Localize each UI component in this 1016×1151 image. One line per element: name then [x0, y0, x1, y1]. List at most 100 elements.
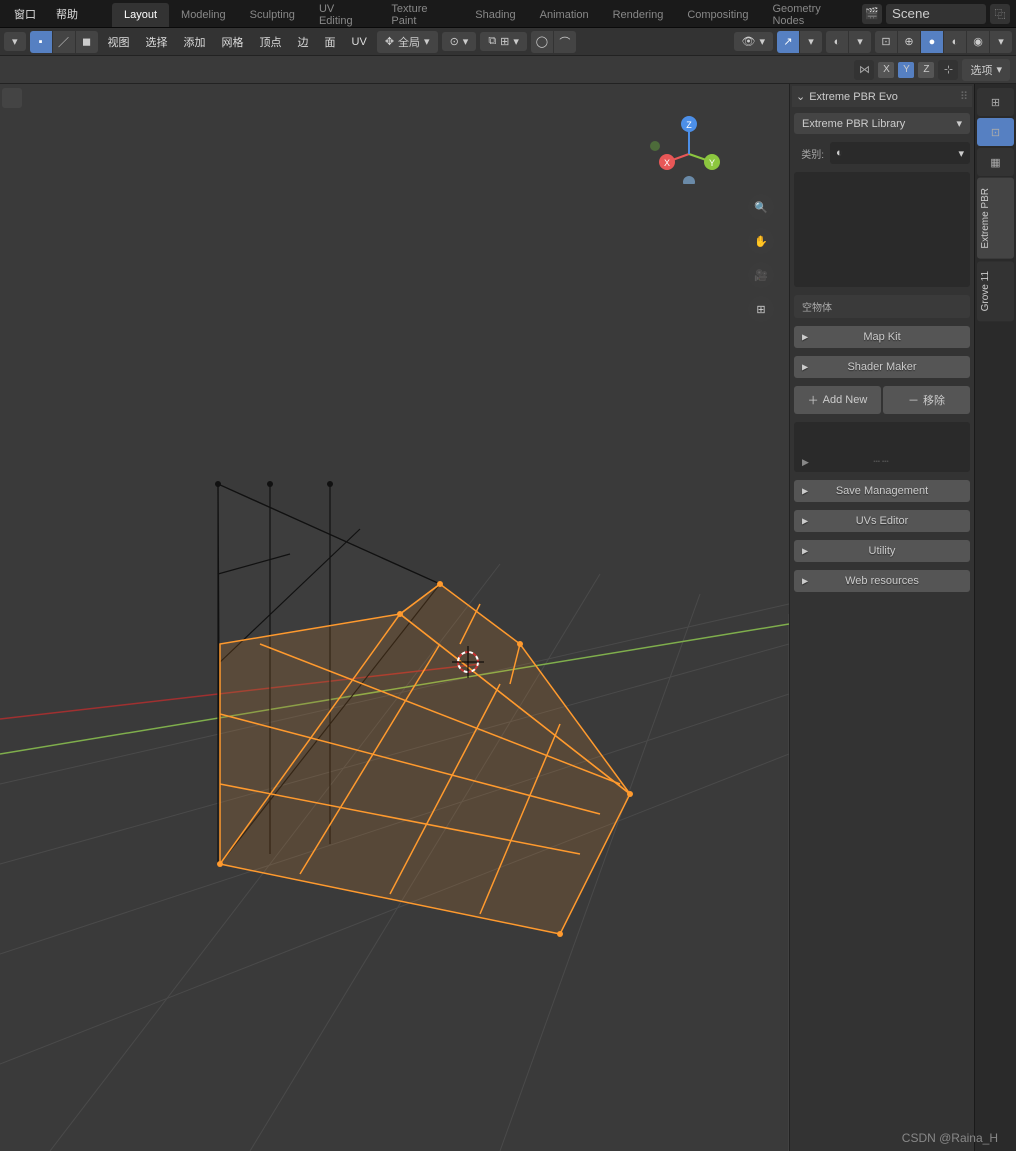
pivot-dropdown[interactable]: ⊙▾ [442, 32, 477, 51]
scene-new-icon[interactable]: ⿻ [990, 4, 1010, 24]
gizmo-toggle-icon[interactable]: ↗ [777, 31, 799, 53]
utility-button[interactable]: ▶Utility [794, 540, 970, 562]
rendered-icon[interactable]: ◉ [967, 31, 989, 53]
tab-rendering[interactable]: Rendering [601, 3, 676, 27]
sidetab-grove[interactable]: Grove 11 [977, 261, 1014, 321]
empty-object-label: 空物体 [794, 295, 970, 318]
tab-animation[interactable]: Animation [528, 3, 601, 27]
shading-dropdown-icon[interactable]: ▾ [990, 31, 1012, 53]
mirror-z[interactable]: Z [918, 62, 934, 78]
material-preview[interactable] [794, 172, 970, 287]
camera-icon[interactable]: 🎥 [748, 262, 774, 288]
menu-uv[interactable]: UV [346, 33, 373, 51]
proportional-falloff-icon[interactable]: ⌒ [554, 31, 576, 53]
viewport-3d[interactable]: X Y Z 🔍 ✋ 🎥 ⊞ [0, 84, 789, 1151]
wireframe-icon[interactable]: ⊕ [898, 31, 920, 53]
library-dropdown[interactable]: Extreme PBR Library▾ [794, 113, 970, 134]
tab-compositing[interactable]: Compositing [675, 3, 760, 27]
menu-add[interactable]: 添加 [178, 31, 212, 53]
savemgmt-button[interactable]: ▶Save Management [794, 480, 970, 502]
eye-icon: 👁 [742, 35, 756, 48]
snap-dropdown[interactable]: ⧉⊞▾ [480, 32, 527, 51]
main-area: X Y Z 🔍 ✋ 🎥 ⊞ ⌄ Extreme PBR Evo ⠿ Extrem… [0, 84, 1016, 1151]
tab-texturepaint[interactable]: Texture Paint [379, 3, 463, 27]
webres-button[interactable]: ▶Web resources [794, 570, 970, 592]
n-panel-tabs: ⊞ ⊡ ▦ Extreme PBR Grove 11 [974, 84, 1016, 1151]
plus-icon: ＋ [808, 392, 819, 408]
sidetab-extremepbr[interactable]: Extreme PBR [977, 178, 1014, 259]
menu-select[interactable]: 选择 [140, 31, 174, 53]
orientation-icon: ✥ [385, 35, 394, 48]
visibility-dropdown[interactable]: 👁▾ [734, 32, 774, 51]
uvseditor-button[interactable]: ▶UVs Editor [794, 510, 970, 532]
mirror-y[interactable]: Y [898, 62, 914, 78]
select-mode-group: ▪ ／ ◼ [30, 31, 98, 53]
add-remove-row: ＋Add New －移除 [794, 386, 970, 414]
overlays-toggle-icon[interactable]: ◐ [826, 31, 848, 53]
add-new-button[interactable]: ＋Add New [794, 386, 881, 414]
gizmo-dropdown-icon[interactable]: ▾ [800, 31, 822, 53]
menu-edge[interactable]: 边 [292, 31, 315, 53]
butterfly-mirror-icon[interactable]: ⋈ [854, 60, 874, 80]
shadermaker-button[interactable]: ▶Shader Maker [794, 356, 970, 378]
expand-icon[interactable]: ▶ [802, 457, 809, 468]
face-select-icon[interactable]: ◼ [76, 31, 98, 53]
scene-area: 🎬 ⿻ [862, 4, 1016, 24]
zoom-icon[interactable]: 🔍 [748, 194, 774, 220]
slot-box[interactable]: ▶ ┄┄ [794, 422, 970, 472]
options-dropdown[interactable]: 选项▾ [962, 59, 1010, 81]
xray-icon[interactable]: ⊡ [875, 31, 897, 53]
top-bar: 窗口 帮助 Layout Modeling Sculpting UV Editi… [0, 0, 1016, 28]
overlays-dropdown-icon[interactable]: ▾ [849, 31, 871, 53]
remove-button[interactable]: －移除 [883, 386, 970, 414]
sidetab-tool-icon[interactable]: ⊡ [977, 118, 1014, 146]
tab-geometrynodes[interactable]: Geometry Nodes [760, 3, 862, 27]
category-dropdown[interactable]: ◐ ▾ [830, 142, 970, 164]
automerge-icon[interactable]: ⊹ [938, 60, 958, 80]
menu-face[interactable]: 面 [319, 31, 342, 53]
menu-view[interactable]: 视图 [102, 31, 136, 53]
top-menu: 窗口 帮助 [0, 2, 92, 26]
drag-dots-icon[interactable]: ┄┄ [873, 455, 890, 468]
pan-icon[interactable]: ✋ [748, 228, 774, 254]
edge-select-icon[interactable]: ／ [53, 31, 75, 53]
gizmos-group: ↗ ▾ [777, 31, 822, 53]
sphere-icon: ◐ [836, 147, 843, 159]
vertex-select-icon[interactable]: ▪ [30, 31, 52, 53]
grip-icon[interactable]: ⠿ [960, 90, 968, 103]
tab-modeling[interactable]: Modeling [169, 3, 238, 27]
perspective-icon[interactable]: ⊞ [748, 296, 774, 322]
tab-sculpting[interactable]: Sculpting [238, 3, 307, 27]
scene-browse-icon[interactable]: 🎬 [862, 4, 882, 24]
mirror-x[interactable]: X [878, 62, 894, 78]
scene-render [0, 84, 789, 1151]
options-label: 选项 [970, 62, 992, 78]
svg-text:Z: Z [686, 120, 692, 130]
minus-icon: － [908, 392, 919, 408]
orientation-label: 全局 [398, 34, 420, 50]
nav-gizmo[interactable]: X Y Z [649, 104, 729, 184]
panel-header[interactable]: ⌄ Extreme PBR Evo ⠿ [792, 86, 972, 107]
orientation-dropdown[interactable]: ✥ 全局 ▾ [377, 31, 438, 53]
tab-uvediting[interactable]: UV Editing [307, 3, 379, 27]
xray-shading-group: ⊡ ⊕ ● ◐ ◉ ▾ [875, 31, 1012, 53]
sidetab-item-icon[interactable]: ⊞ [977, 88, 1014, 116]
category-label: 类别: [794, 146, 824, 161]
overlay-toolbar: ⋈ X Y Z ⊹ 选项▾ [0, 56, 1016, 84]
scene-name-input[interactable] [886, 4, 986, 24]
mode-dropdown[interactable]: ▾ [4, 32, 26, 51]
workspace-tabs: Layout Modeling Sculpting UV Editing Tex… [112, 0, 862, 27]
tab-shading[interactable]: Shading [463, 3, 527, 27]
proportional-edit-icon[interactable]: ◯ [531, 31, 553, 53]
watermark-text: CSDN @Raina_H [902, 1131, 998, 1145]
panel-title: Extreme PBR Evo [809, 91, 898, 103]
menu-help[interactable]: 帮助 [48, 2, 86, 26]
menu-mesh[interactable]: 网格 [216, 31, 250, 53]
solid-icon[interactable]: ● [921, 31, 943, 53]
sidetab-view-icon[interactable]: ▦ [977, 148, 1014, 176]
menu-window[interactable]: 窗口 [6, 2, 44, 26]
matprev-icon[interactable]: ◐ [944, 31, 966, 53]
tab-layout[interactable]: Layout [112, 3, 169, 27]
mapkit-button[interactable]: ▶Map Kit [794, 326, 970, 348]
menu-vertex[interactable]: 顶点 [254, 31, 288, 53]
